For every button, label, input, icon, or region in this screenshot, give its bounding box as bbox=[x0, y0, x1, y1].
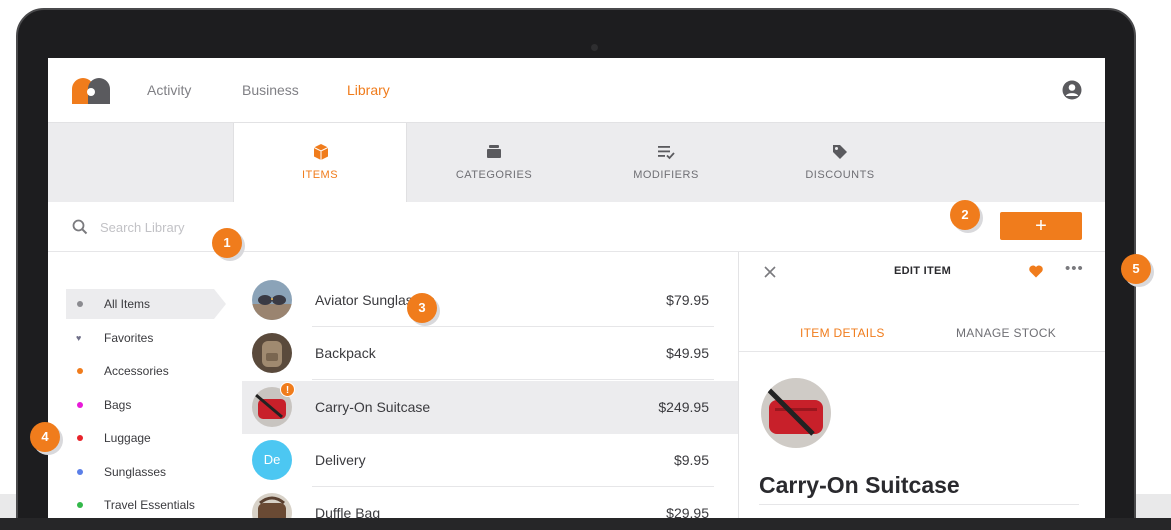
item-thumbnail bbox=[252, 333, 292, 373]
account-icon[interactable] bbox=[1062, 80, 1082, 100]
list-item[interactable]: Aviator Sunglasses $79.95 bbox=[242, 274, 738, 327]
list-item[interactable]: Backpack $49.95 bbox=[242, 327, 738, 380]
backpack-photo-icon bbox=[252, 333, 292, 373]
sidebar-item-label: Bags bbox=[104, 398, 132, 412]
sidebar-item-bags[interactable]: Bags bbox=[66, 390, 214, 420]
tab-label: DISCOUNTS bbox=[805, 169, 875, 181]
sidebar-item-all-items[interactable]: All Items bbox=[66, 289, 226, 319]
item-image[interactable] bbox=[761, 378, 831, 448]
search-bar: + bbox=[48, 202, 1105, 252]
callout-1: 1 bbox=[212, 228, 242, 258]
tag-icon bbox=[833, 145, 847, 159]
nav-link-business[interactable]: Business bbox=[242, 82, 299, 98]
callout-2: 2 bbox=[950, 200, 980, 230]
tab-items[interactable]: ITEMS bbox=[233, 123, 407, 204]
search-icon bbox=[72, 219, 88, 235]
tab-label: ITEMS bbox=[301, 169, 339, 181]
item-initials-avatar: De bbox=[252, 440, 292, 480]
sidebar-item-label: Luggage bbox=[104, 431, 151, 445]
webcam bbox=[591, 44, 598, 51]
category-dot bbox=[77, 435, 83, 441]
sidebar-item-label: All Items bbox=[104, 297, 151, 311]
item-name: Carry-On Suitcase bbox=[315, 399, 431, 415]
nav-link-activity[interactable]: Activity bbox=[147, 82, 191, 98]
more-options-icon[interactable]: ••• bbox=[1065, 260, 1084, 277]
warning-badge: ! bbox=[280, 382, 295, 397]
category-dot bbox=[77, 301, 83, 307]
search-input[interactable] bbox=[100, 216, 300, 238]
sidebar-item-favorites[interactable]: ♥ Favorites bbox=[66, 323, 214, 353]
sidebar-item-label: Travel Essentials bbox=[104, 498, 195, 512]
sidebar-item-label: Favorites bbox=[104, 331, 154, 345]
laptop-bottom-bezel bbox=[0, 518, 1171, 530]
category-dot bbox=[77, 469, 83, 475]
tab-modifiers[interactable]: MODIFIERS bbox=[579, 123, 753, 203]
add-item-button[interactable]: + bbox=[1000, 212, 1082, 240]
category-dot bbox=[77, 502, 83, 508]
item-thumbnail bbox=[252, 493, 292, 518]
item-price: $79.95 bbox=[666, 292, 709, 308]
heart-icon: ♥ bbox=[76, 333, 82, 343]
item-price: $49.95 bbox=[666, 345, 709, 361]
tab-categories[interactable]: CATEGORIES bbox=[407, 123, 581, 203]
duffle-bag-photo-icon bbox=[252, 493, 292, 518]
sidebar-item-accessories[interactable]: Accessories bbox=[66, 356, 214, 386]
row-divider bbox=[312, 379, 714, 380]
sidebar-item-label: Sunglasses bbox=[104, 465, 167, 479]
library-tabs: ITEMS CATEGORIES MODIFIERS DISCOUNTS bbox=[48, 122, 1105, 204]
item-price: $9.95 bbox=[673, 452, 709, 468]
callout-5: 5 bbox=[1121, 254, 1151, 284]
box-icon bbox=[313, 144, 329, 160]
favorite-heart-icon[interactable] bbox=[1028, 263, 1044, 279]
item-name: Backpack bbox=[315, 345, 376, 361]
panel-title: EDIT ITEM bbox=[894, 265, 952, 277]
stage: Activity Business Library ITEMS CATEGORI… bbox=[0, 0, 1171, 530]
edit-item-panel: EDIT ITEM ••• ITEM DETAILS MANAGE STOCK … bbox=[738, 252, 1105, 518]
category-dot bbox=[77, 402, 83, 408]
item-thumbnail bbox=[252, 280, 292, 320]
tab-item-details[interactable]: ITEM DETAILS bbox=[800, 326, 885, 340]
sidebar-item-sunglasses[interactable]: Sunglasses bbox=[66, 457, 214, 487]
tab-label: MODIFIERS bbox=[633, 169, 699, 181]
item-price: $249.95 bbox=[658, 399, 709, 415]
suitcase-photo-icon bbox=[761, 378, 831, 448]
list-check-icon bbox=[658, 146, 675, 160]
panel-tabs: ITEM DETAILS MANAGE STOCK bbox=[739, 312, 1105, 352]
close-icon[interactable] bbox=[763, 265, 777, 279]
nav-link-library[interactable]: Library bbox=[347, 82, 390, 98]
sidebar-item-luggage[interactable]: Luggage bbox=[66, 423, 214, 453]
stack-icon bbox=[487, 145, 501, 158]
item-price: $29.95 bbox=[666, 505, 709, 518]
item-list: Aviator Sunglasses $79.95 Backpack $49.9… bbox=[242, 252, 738, 518]
sidebar-item-label: Accessories bbox=[104, 364, 169, 378]
item-name: Delivery bbox=[315, 452, 366, 468]
category-sidebar: All Items ♥ Favorites Accessories Bags L… bbox=[48, 252, 238, 518]
top-navigation: Activity Business Library bbox=[48, 58, 1105, 122]
callout-4: 4 bbox=[30, 422, 60, 452]
tab-label: CATEGORIES bbox=[455, 169, 533, 181]
list-item[interactable]: De Delivery $9.95 bbox=[242, 434, 738, 487]
tab-discounts[interactable]: DISCOUNTS bbox=[753, 123, 927, 203]
list-item[interactable]: Duffle Bag $29.95 bbox=[242, 487, 738, 518]
sunglasses-photo-icon bbox=[252, 280, 292, 320]
callout-3: 3 bbox=[407, 293, 437, 323]
tab-manage-stock[interactable]: MANAGE STOCK bbox=[956, 326, 1056, 340]
category-dot bbox=[77, 368, 83, 374]
name-underline bbox=[759, 504, 1079, 505]
sidebar-item-travel-essentials[interactable]: Travel Essentials bbox=[66, 490, 214, 518]
item-name-heading: Carry-On Suitcase bbox=[759, 472, 960, 498]
list-item-selected[interactable]: ! Carry-On Suitcase $249.95 bbox=[242, 381, 738, 434]
logo-icon bbox=[72, 78, 110, 104]
item-name: Duffle Bag bbox=[315, 505, 381, 518]
app-screen: Activity Business Library ITEMS CATEGORI… bbox=[48, 58, 1105, 518]
